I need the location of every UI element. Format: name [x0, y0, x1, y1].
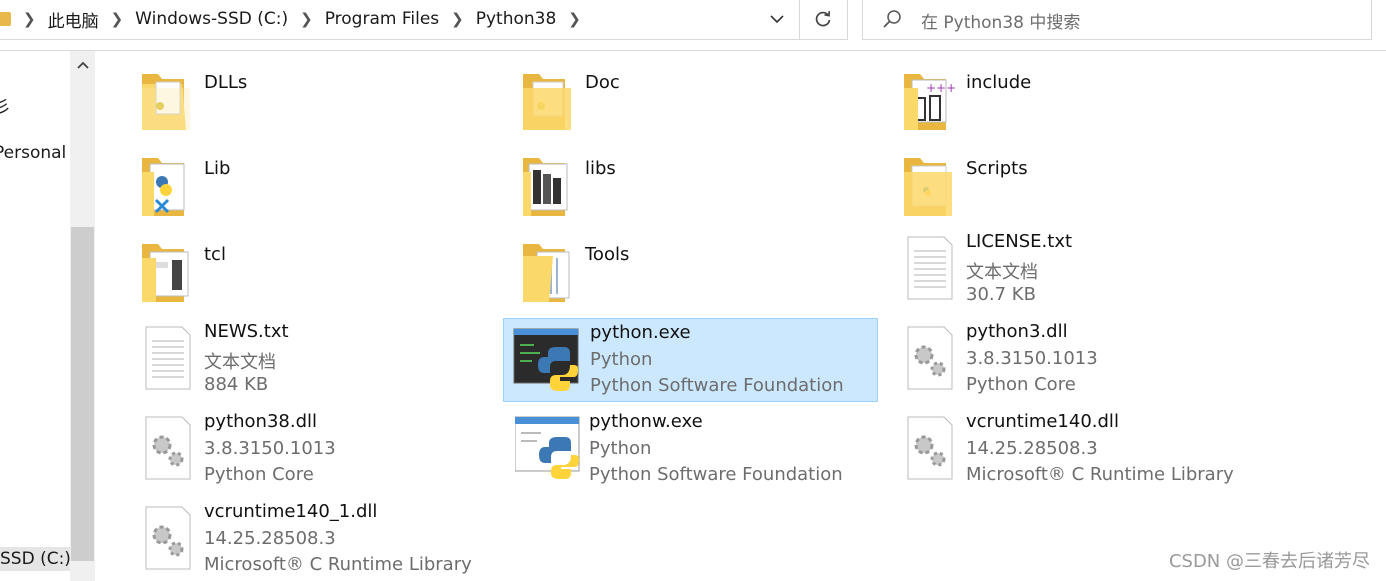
item-name: NEWS.txt: [204, 321, 289, 342]
folder-dll-icon: [142, 74, 190, 130]
folder-icon: [0, 12, 11, 26]
search-box[interactable]: 在 Python38 中搜索: [862, 0, 1372, 40]
address-history-button[interactable]: [759, 5, 795, 33]
file-item[interactable]: NEWS.txt 文本文档 884 KB: [132, 317, 507, 401]
dll-gear-icon: [907, 416, 953, 480]
breadcrumb-program-files[interactable]: Program Files: [325, 9, 439, 29]
item-name: Tools: [585, 244, 630, 265]
file-item[interactable]: LICENSE.txt 文本文档 30.7 KB: [894, 227, 1269, 311]
scroll-thumb[interactable]: [71, 227, 94, 561]
scroll-up-button[interactable]: [70, 51, 95, 79]
item-name: vcruntime140_1.dll: [204, 501, 378, 522]
item-version: 14.25.28508.3: [204, 528, 336, 549]
chevron-right-icon[interactable]: ❯: [568, 10, 581, 28]
item-publisher: Python Software Foundation: [589, 464, 843, 485]
search-icon: [883, 10, 901, 28]
folder-scripts-icon: [904, 158, 952, 216]
refresh-button[interactable]: [799, 0, 846, 39]
breadcrumb-python38[interactable]: Python38: [476, 9, 557, 29]
folder-item[interactable]: +++ include: [894, 62, 1269, 146]
item-version: 14.25.28508.3: [966, 438, 1098, 459]
item-description: Microsoft® C Runtime Library: [966, 464, 1234, 485]
text-file-icon: [145, 326, 191, 390]
item-name: LICENSE.txt: [966, 231, 1073, 252]
folder-tcl-icon: [142, 244, 189, 302]
chevron-right-icon[interactable]: ❯: [23, 10, 36, 28]
item-type: Python: [589, 438, 652, 459]
watermark: CSDN @三春去后诸芳尽: [1168, 551, 1370, 572]
breadcrumb: ❯ 此电脑 ❯ Windows-SSD (C:) ❯ Program Files…: [0, 0, 593, 39]
file-item-selected[interactable]: python.exe Python Python Software Founda…: [503, 318, 878, 402]
chevron-right-icon[interactable]: ❯: [451, 10, 464, 28]
item-name: Scripts: [966, 158, 1028, 179]
python-window-icon: [515, 416, 580, 479]
item-type: 文本文档: [204, 352, 276, 373]
text-file-icon: [907, 236, 953, 300]
item-name: python.exe: [590, 322, 691, 343]
dll-gear-icon: [145, 506, 191, 570]
chevron-right-icon[interactable]: ❯: [111, 10, 124, 28]
file-item[interactable]: vcruntime140_1.dll 14.25.28508.3 Microso…: [132, 497, 507, 581]
top-bar: ❯ 此电脑 ❯ Windows-SSD (C:) ❯ Program Files…: [0, 0, 1386, 51]
folder-item[interactable]: Doc: [513, 62, 888, 146]
refresh-icon: [815, 11, 831, 27]
file-item[interactable]: python3.dll 3.8.3150.1013 Python Core: [894, 317, 1269, 401]
item-name: include: [966, 72, 1032, 93]
item-name: tcl: [204, 244, 226, 265]
item-name: vcruntime140.dll: [966, 411, 1119, 432]
folder-tools-icon: [523, 244, 570, 302]
breadcrumb-drive[interactable]: Windows-SSD (C:): [135, 9, 288, 29]
item-name: Lib: [204, 158, 231, 179]
item-version: 3.8.3150.1013: [204, 438, 336, 459]
file-item[interactable]: pythonw.exe Python Python Software Found…: [513, 407, 888, 491]
item-description: Python Core: [204, 464, 314, 485]
chevron-right-icon[interactable]: ❯: [300, 10, 313, 28]
folder-item[interactable]: DLLs: [132, 62, 507, 146]
svg-text:+++: +++: [926, 81, 956, 95]
item-name: python3.dll: [966, 321, 1068, 342]
item-name: Doc: [585, 72, 620, 93]
navigation-pane: 彡 Personal SSD (C:): [0, 51, 70, 581]
folder-item[interactable]: libs: [513, 148, 888, 232]
file-item[interactable]: python38.dll 3.8.3150.1013 Python Core: [132, 407, 507, 491]
search-input[interactable]: 在 Python38 中搜索: [921, 8, 1080, 33]
folder-doc-icon: [523, 74, 571, 130]
file-item[interactable]: vcruntime140.dll 14.25.28508.3 Microsoft…: [894, 407, 1269, 491]
item-version: 3.8.3150.1013: [966, 348, 1098, 369]
item-publisher: Python Software Foundation: [590, 375, 844, 396]
chevron-down-icon: [770, 14, 784, 23]
nav-item-drive[interactable]: SSD (C:): [0, 547, 70, 571]
item-size: 30.7 KB: [966, 284, 1036, 305]
item-type: 文本文档: [966, 262, 1038, 283]
item-description: Python Core: [966, 374, 1076, 395]
folder-python-icon: [142, 158, 185, 216]
folder-include-icon: +++: [904, 74, 956, 130]
item-description: Microsoft® C Runtime Library: [204, 554, 472, 575]
nav-item-personal[interactable]: Personal: [0, 143, 66, 163]
item-name: libs: [585, 158, 616, 179]
folder-item[interactable]: Lib: [132, 148, 507, 232]
item-name: pythonw.exe: [589, 411, 703, 432]
breadcrumb-this-pc[interactable]: 此电脑: [48, 7, 99, 32]
nav-scrollbar[interactable]: [70, 51, 95, 581]
folder-item[interactable]: Tools: [513, 234, 888, 318]
folder-item[interactable]: tcl: [132, 234, 507, 318]
folder-item[interactable]: Scripts: [894, 148, 1269, 232]
dll-gear-icon: [145, 416, 191, 480]
dll-gear-icon: [907, 326, 953, 390]
address-bar[interactable]: ❯ 此电脑 ❯ Windows-SSD (C:) ❯ Program Files…: [0, 0, 848, 40]
chevron-up-icon: [76, 61, 89, 69]
item-type: Python: [590, 349, 653, 370]
item-size: 884 KB: [204, 374, 269, 395]
python-console-icon: [513, 328, 579, 391]
item-name: python38.dll: [204, 411, 318, 432]
item-name: DLLs: [204, 72, 248, 93]
folder-libs-icon: [523, 158, 568, 216]
nav-item-partial[interactable]: 彡: [0, 93, 11, 118]
